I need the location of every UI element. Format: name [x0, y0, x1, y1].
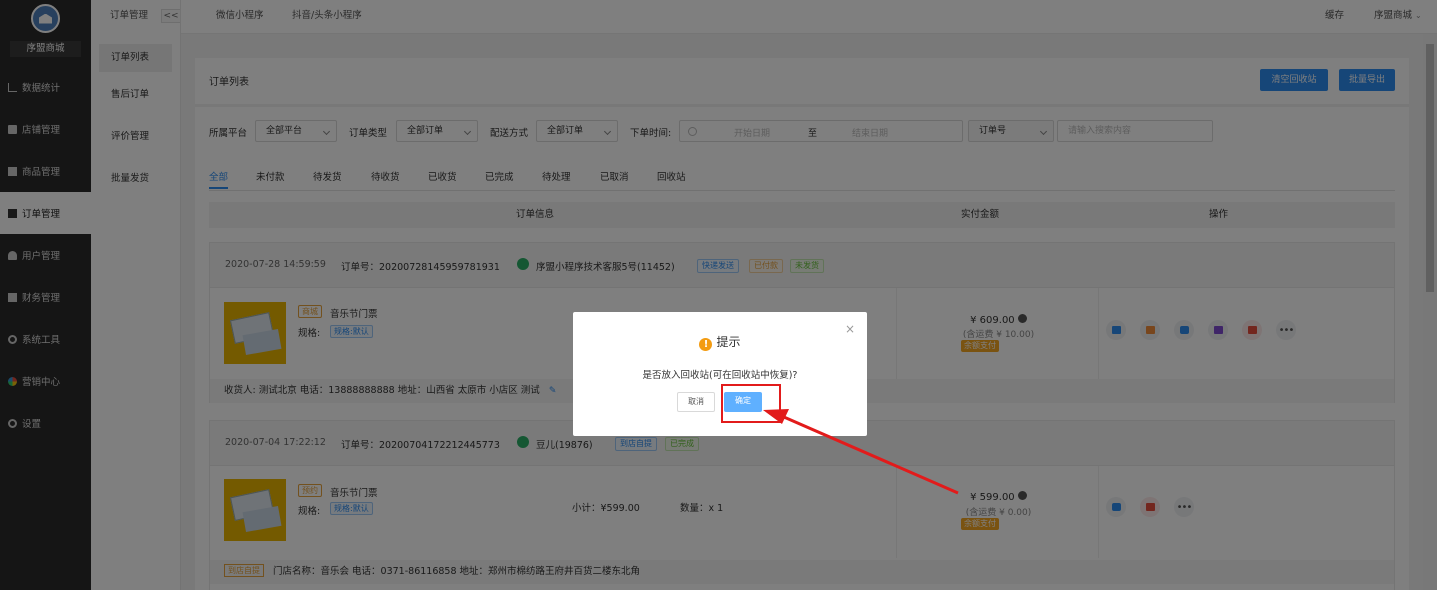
- annotation-arrow: [763, 409, 959, 495]
